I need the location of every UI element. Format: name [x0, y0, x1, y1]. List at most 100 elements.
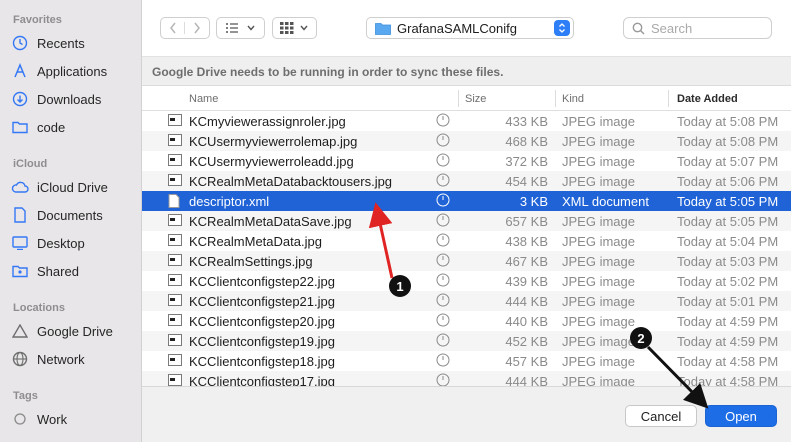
- folder-path-popup[interactable]: GrafanaSAMLConifg: [366, 17, 574, 39]
- file-row[interactable]: KCRealmMetaDatabacktousers.jpg 454 KB JPEG…: [142, 171, 791, 191]
- file-kind: JPEG image: [562, 114, 635, 129]
- image-file-icon: [168, 234, 182, 249]
- sidebar-item-label: Applications: [37, 63, 108, 79]
- sync-status-icon: [436, 253, 450, 270]
- drive-icon: [10, 324, 30, 338]
- sidebar-item-applications[interactable]: Applications: [10, 60, 138, 82]
- sync-status-icon: [436, 273, 450, 290]
- file-row[interactable]: KCRealmMetaData.jpg 438 KB JPEG image Today…: [142, 231, 791, 251]
- file-size: 444 KB: [505, 374, 548, 386]
- file-date: Today at 5:05 PM: [677, 194, 779, 209]
- cancel-button[interactable]: Cancel: [625, 405, 697, 427]
- file-row[interactable]: KCUsermyviewerroleadd.jpg 372 KB JPEG imag…: [142, 151, 791, 171]
- sidebar-item-documents[interactable]: Documents: [10, 204, 138, 226]
- file-row[interactable]: KCClientconfigstep22.jpg 439 KB JPEG image…: [142, 271, 791, 291]
- sidebar-item-label: Recents: [37, 35, 85, 51]
- file-size: 452 KB: [505, 334, 548, 349]
- sync-status-icon: [436, 333, 450, 350]
- file-row[interactable]: descriptor.xml 3 KB XML document Today at 5…: [142, 191, 791, 211]
- sync-status-icon: [436, 373, 450, 386]
- image-file-icon: [168, 274, 182, 289]
- file-row[interactable]: KCClientconfigstep21.jpg 444 KB JPEG image…: [142, 291, 791, 311]
- chevron-left-icon: [169, 22, 176, 34]
- file-name: KCClientconfigstep19.jpg: [189, 334, 335, 349]
- group-by-button[interactable]: [272, 17, 317, 39]
- file-kind: JPEG image: [562, 154, 635, 169]
- file-kind: JPEG image: [562, 134, 635, 149]
- file-size: 3 KB: [519, 194, 548, 209]
- list-view-icon: [226, 23, 238, 33]
- sync-status-icon: [436, 133, 450, 150]
- xml-file-icon: [168, 194, 180, 211]
- file-name: KCmyviewerassignroler.jpg: [189, 114, 346, 129]
- file-row[interactable]: KCUsermyviewerrolemap.jpg 468 KB JPEG imag…: [142, 131, 791, 151]
- sidebar-item-downloads[interactable]: Downloads: [10, 88, 138, 110]
- sidebar-item-shared[interactable]: Shared: [10, 260, 138, 282]
- file-size: 440 KB: [505, 314, 548, 329]
- file-date: Today at 5:06 PM: [677, 174, 779, 189]
- file-row[interactable]: KCClientconfigstep19.jpg 452 KB JPEG image…: [142, 331, 791, 351]
- open-button[interactable]: Open: [705, 405, 777, 427]
- sidebar-item-work[interactable]: Work: [10, 408, 138, 430]
- back-button[interactable]: [161, 22, 185, 34]
- step-2-badge: 2: [630, 327, 652, 349]
- file-row[interactable]: KCRealmSettings.jpg 467 KB JPEG image Today…: [142, 251, 791, 271]
- view-list-button[interactable]: [216, 17, 265, 39]
- file-name: KCClientconfigstep17.jpg: [189, 374, 335, 386]
- sync-status-icon: [436, 173, 450, 190]
- globe-icon: [10, 351, 30, 367]
- column-size[interactable]: Size: [465, 93, 486, 105]
- file-date: Today at 4:59 PM: [677, 314, 779, 329]
- sidebar-item-label: code: [37, 119, 66, 135]
- file-name: KCClientconfigstep20.jpg: [189, 314, 335, 329]
- current-folder-name: GrafanaSAMLConifg: [397, 20, 517, 36]
- sync-status-icon: [436, 313, 450, 330]
- sidebar-item-label: Downloads: [37, 91, 102, 107]
- file-row[interactable]: KCClientconfigstep17.jpg 444 KB JPEG image…: [142, 371, 791, 386]
- sync-status-icon: [436, 293, 450, 310]
- file-kind: JPEG image: [562, 334, 635, 349]
- file-date: Today at 5:04 PM: [677, 234, 779, 249]
- file-row[interactable]: KCmyviewerassignroler.jpg 433 KB JPEG imag…: [142, 111, 791, 131]
- search-field[interactable]: Search: [623, 17, 772, 39]
- file-date: Today at 5:08 PM: [677, 134, 779, 149]
- file-list: KCmyviewerassignroler.jpg 433 KB JPEG imag…: [142, 111, 791, 386]
- file-name: KCRealmSettings.jpg: [189, 254, 313, 269]
- sidebar-item-code[interactable]: code: [10, 116, 138, 138]
- sidebar-item-recents[interactable]: Recents: [10, 32, 138, 54]
- file-date: Today at 4:58 PM: [677, 374, 779, 386]
- file-name: KCClientconfigstep21.jpg: [189, 294, 335, 309]
- file-name: KCUsermyviewerroleadd.jpg: [189, 154, 354, 169]
- sidebar-item-label: Network: [37, 351, 85, 367]
- image-file-icon: [168, 254, 182, 269]
- column-kind[interactable]: Kind: [562, 93, 584, 105]
- file-size: 657 KB: [505, 214, 548, 229]
- forward-button[interactable]: [185, 22, 209, 34]
- file-date: Today at 5:02 PM: [677, 274, 779, 289]
- file-size: 454 KB: [505, 174, 548, 189]
- sidebar-item-network[interactable]: Network: [10, 348, 138, 370]
- file-row[interactable]: KCRealmMetaDataSave.jpg 657 KB JPEG image T…: [142, 211, 791, 231]
- sidebar-item-desktop[interactable]: Desktop: [10, 232, 138, 254]
- sidebar-item-google-drive[interactable]: Google Drive: [10, 320, 138, 342]
- locations-heading: Locations: [13, 302, 65, 314]
- file-row[interactable]: KCClientconfigstep20.jpg 440 KB JPEG image…: [142, 311, 791, 331]
- column-name[interactable]: Name: [189, 93, 218, 105]
- file-size: 438 KB: [505, 234, 548, 249]
- file-row[interactable]: KCClientconfigstep18.jpg 457 KB JPEG image…: [142, 351, 791, 371]
- file-kind: XML document: [562, 194, 649, 209]
- image-file-icon: [168, 374, 182, 386]
- file-name: KCRealmMetaData.jpg: [189, 234, 322, 249]
- file-date: Today at 5:01 PM: [677, 294, 779, 309]
- file-name: KCUsermyviewerrolemap.jpg: [189, 134, 358, 149]
- tag-dot-icon: [10, 413, 30, 425]
- sidebar-item-icloud-drive[interactable]: iCloud Drive: [10, 176, 138, 198]
- file-size: 433 KB: [505, 114, 548, 129]
- toolbar: GrafanaSAMLConifg Search: [142, 0, 791, 56]
- file-kind: JPEG image: [562, 274, 635, 289]
- file-kind: JPEG image: [562, 354, 635, 369]
- image-file-icon: [168, 334, 182, 349]
- file-size: 468 KB: [505, 134, 548, 149]
- column-date-added[interactable]: Date Added: [677, 93, 738, 105]
- sync-status-icon: [436, 153, 450, 170]
